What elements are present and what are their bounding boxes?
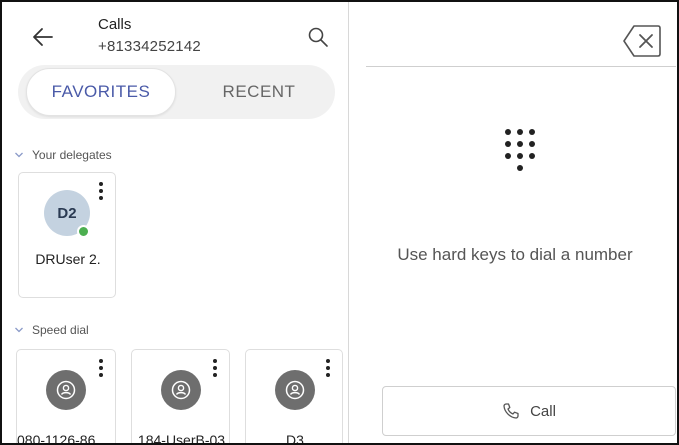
delegates-section-header[interactable]: Your delegates bbox=[14, 148, 112, 162]
tab-recent[interactable]: RECENT bbox=[190, 68, 328, 116]
dial-hint: Use hard keys to dial a number bbox=[397, 245, 633, 264]
delegates-section-title: Your delegates bbox=[32, 148, 112, 162]
dialer-panel: Use hard keys to dial a number Call bbox=[349, 2, 677, 443]
chevron-down-icon bbox=[15, 152, 23, 158]
speed-dial-name: 184-UserB-03 bbox=[137, 432, 226, 445]
dial-input-underline bbox=[366, 66, 676, 67]
tab-favorites[interactable]: FAVORITES bbox=[26, 68, 176, 116]
speed-dial-card[interactable]: D3 bbox=[245, 349, 343, 445]
call-button-label: Call bbox=[530, 402, 556, 420]
calls-panel: Calls +81334252142 FAVORITES RECENT Your… bbox=[2, 2, 348, 445]
speed-dial-name: 080-1126-86... bbox=[17, 432, 108, 445]
chevron-down-icon bbox=[15, 327, 23, 333]
speed-dial-section-header[interactable]: Speed dial bbox=[14, 323, 89, 337]
contact-avatar-icon bbox=[275, 370, 315, 410]
presence-available-icon bbox=[77, 225, 90, 238]
app-window: Calls +81334252142 FAVORITES RECENT Your… bbox=[0, 0, 679, 445]
speed-dial-card[interactable]: 184-UserB-03 bbox=[131, 349, 230, 445]
speed-dial-card[interactable]: 080-1126-86... bbox=[16, 349, 116, 445]
more-options-icon[interactable] bbox=[211, 358, 219, 378]
contact-avatar-icon bbox=[161, 370, 201, 410]
speed-dial-section-title: Speed dial bbox=[32, 323, 89, 337]
tab-switcher: FAVORITES RECENT bbox=[18, 65, 335, 119]
contact-avatar-icon bbox=[46, 370, 86, 410]
call-button[interactable]: Call bbox=[382, 386, 676, 436]
search-button[interactable] bbox=[307, 26, 329, 48]
more-options-icon[interactable] bbox=[324, 358, 332, 378]
more-options-icon[interactable] bbox=[97, 358, 105, 378]
arrow-left-icon bbox=[33, 28, 53, 46]
delegate-card[interactable]: D2 DRUser 2. bbox=[18, 172, 116, 298]
phone-icon bbox=[503, 403, 519, 419]
own-number: +81334252142 bbox=[98, 38, 201, 55]
search-icon bbox=[308, 27, 328, 47]
dialpad-icon bbox=[505, 129, 535, 171]
speed-dial-name: D3 bbox=[286, 432, 304, 445]
back-button[interactable] bbox=[30, 24, 56, 50]
more-options-icon[interactable] bbox=[97, 181, 105, 201]
backspace-icon bbox=[623, 25, 661, 57]
page-title: Calls bbox=[98, 16, 132, 33]
backspace-button[interactable] bbox=[622, 24, 662, 58]
delegate-name: DRUser 2. bbox=[35, 251, 101, 267]
